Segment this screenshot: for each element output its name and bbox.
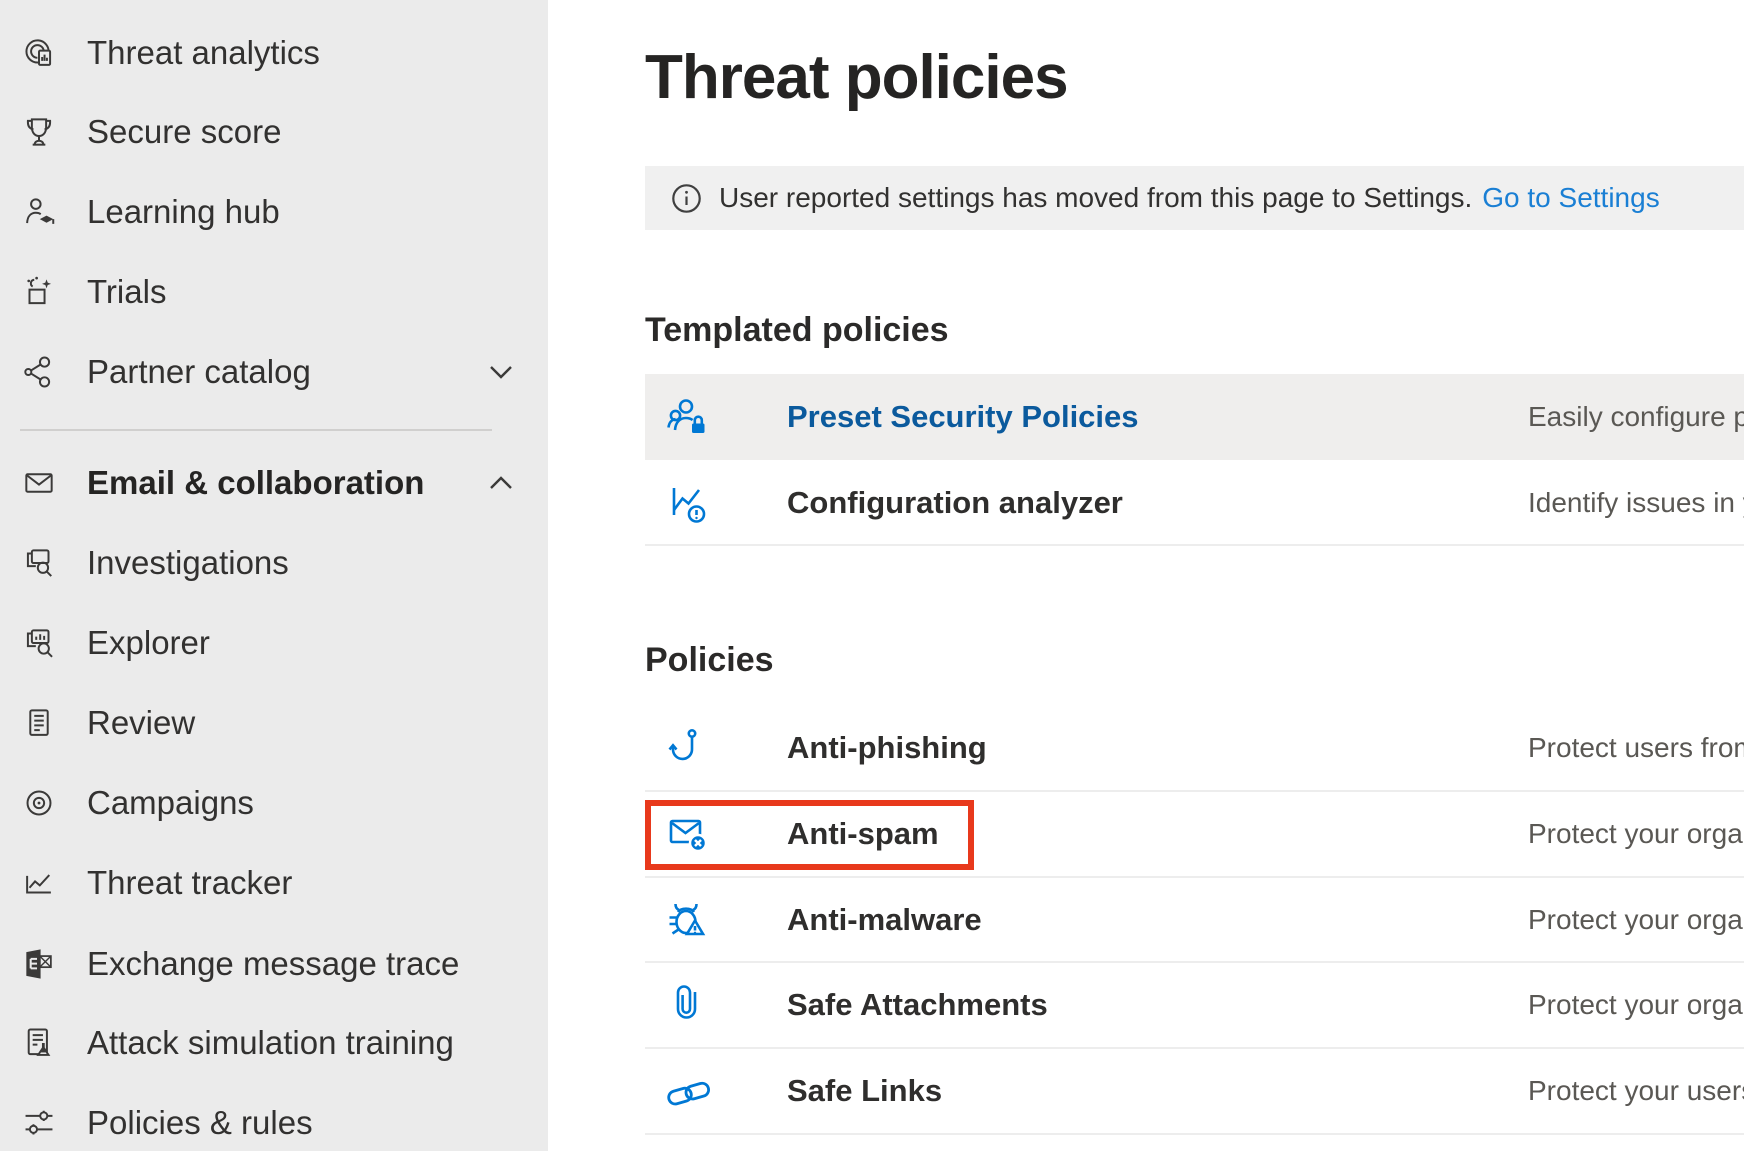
- sidebar-item-label: Threat analytics: [87, 34, 320, 72]
- row-description: Protect your organiz: [1528, 904, 1744, 936]
- sidebar-divider: [20, 429, 492, 431]
- safe-links-icon: [665, 1067, 713, 1115]
- row-description: Easily configure prot: [1528, 401, 1744, 433]
- sidebar-item-label: Learning hub: [87, 193, 280, 231]
- section-heading-policies: Policies: [645, 640, 774, 680]
- row-preset-security-policies[interactable]: Preset Security Policies Easily configur…: [645, 374, 1744, 460]
- divider: [645, 544, 1744, 546]
- row-description: Protect users from p: [1528, 732, 1744, 764]
- sidebar: Threat analytics Secure score: [0, 0, 548, 1151]
- investigations-icon: [20, 544, 58, 582]
- anti-malware-icon: [665, 896, 713, 944]
- sidebar-item-label: Campaigns: [87, 784, 254, 822]
- learning-hub-icon: [20, 193, 58, 231]
- row-label[interactable]: Anti-malware: [787, 902, 982, 938]
- row-description: Protect your organiz: [1528, 989, 1744, 1021]
- sidebar-item-investigations[interactable]: Investigations: [0, 523, 548, 603]
- sidebar-item-label: Explorer: [87, 624, 210, 662]
- sidebar-item-secure-score[interactable]: Secure score: [0, 92, 548, 172]
- explorer-icon: [20, 624, 58, 662]
- info-icon: [671, 183, 702, 214]
- sidebar-item-threat-tracker[interactable]: Threat tracker: [0, 843, 548, 923]
- attack-simulation-icon: [20, 1024, 58, 1062]
- main-content: Threat policies User reported settings h…: [548, 0, 1744, 1151]
- campaigns-icon: [20, 784, 58, 822]
- envelope-icon: [20, 464, 58, 502]
- review-icon: [20, 704, 58, 742]
- anti-spam-icon: [665, 810, 713, 858]
- sidebar-item-label: Secure score: [87, 113, 281, 151]
- threat-tracker-icon: [20, 864, 58, 902]
- sidebar-item-email-collaboration[interactable]: Email & collaboration: [0, 443, 548, 523]
- divider: [645, 1133, 1744, 1135]
- preset-security-icon: [665, 393, 713, 441]
- sidebar-item-label: Exchange message trace: [87, 945, 459, 983]
- trophy-icon: [20, 113, 58, 151]
- exchange-icon: [20, 945, 58, 983]
- banner-message: User reported settings has moved from th…: [719, 182, 1472, 214]
- row-anti-malware[interactable]: Anti-malware Protect your organiz: [645, 877, 1744, 963]
- row-label[interactable]: Configuration analyzer: [787, 485, 1123, 521]
- sidebar-item-label: Review: [87, 704, 195, 742]
- configuration-analyzer-icon: [665, 479, 713, 527]
- row-safe-links[interactable]: Safe Links Protect your users fr: [645, 1048, 1744, 1134]
- chevron-down-icon[interactable]: [486, 357, 516, 387]
- sidebar-item-label: Partner catalog: [87, 353, 311, 391]
- sidebar-item-exchange-message-trace[interactable]: Exchange message trace: [0, 924, 548, 1004]
- row-anti-phishing[interactable]: Anti-phishing Protect users from p: [645, 705, 1744, 791]
- policies-rules-icon: [20, 1104, 58, 1142]
- sidebar-item-attack-simulation-training[interactable]: Attack simulation training: [0, 1003, 548, 1083]
- anti-phishing-icon: [665, 724, 713, 772]
- sidebar-item-partner-catalog[interactable]: Partner catalog: [0, 332, 548, 412]
- sidebar-item-label: Trials: [87, 273, 166, 311]
- partner-catalog-icon: [20, 353, 58, 391]
- sidebar-item-label: Attack simulation training: [87, 1024, 454, 1062]
- sidebar-item-review[interactable]: Review: [0, 683, 548, 763]
- row-description: Protect your users fr: [1528, 1075, 1744, 1107]
- chevron-up-icon[interactable]: [486, 468, 516, 498]
- sidebar-item-threat-analytics[interactable]: Threat analytics: [0, 13, 548, 93]
- info-banner: User reported settings has moved from th…: [645, 166, 1744, 230]
- sidebar-item-explorer[interactable]: Explorer: [0, 603, 548, 683]
- row-description: Identify issues in you: [1528, 487, 1744, 519]
- threat-policies-page: Threat analytics Secure score: [0, 0, 1744, 1151]
- row-label[interactable]: Preset Security Policies: [787, 399, 1139, 435]
- sidebar-item-label: Investigations: [87, 544, 289, 582]
- safe-attachments-icon: [665, 981, 713, 1029]
- row-anti-spam[interactable]: Anti-spam Protect your organiz: [645, 791, 1744, 877]
- threat-analytics-icon: [20, 34, 58, 72]
- sidebar-item-label: Policies & rules: [87, 1104, 313, 1142]
- row-configuration-analyzer[interactable]: Configuration analyzer Identify issues i…: [645, 460, 1744, 546]
- row-label[interactable]: Safe Links: [787, 1073, 942, 1109]
- row-description: Protect your organiz: [1528, 818, 1744, 850]
- sidebar-item-label: Email & collaboration: [87, 464, 424, 502]
- row-label[interactable]: Anti-spam: [787, 816, 939, 852]
- sidebar-item-label: Threat tracker: [87, 864, 292, 902]
- sidebar-item-learning-hub[interactable]: Learning hub: [0, 172, 548, 252]
- sidebar-item-trials[interactable]: Trials: [0, 252, 548, 332]
- row-label[interactable]: Anti-phishing: [787, 730, 987, 766]
- trials-icon: [20, 273, 58, 311]
- row-safe-attachments[interactable]: Safe Attachments Protect your organiz: [645, 962, 1744, 1048]
- go-to-settings-link[interactable]: Go to Settings: [1482, 182, 1659, 214]
- section-heading-templated-policies: Templated policies: [645, 310, 949, 350]
- sidebar-item-campaigns[interactable]: Campaigns: [0, 763, 548, 843]
- row-label[interactable]: Safe Attachments: [787, 987, 1048, 1023]
- sidebar-item-policies-rules[interactable]: Policies & rules: [0, 1083, 548, 1151]
- page-title: Threat policies: [645, 46, 1068, 110]
